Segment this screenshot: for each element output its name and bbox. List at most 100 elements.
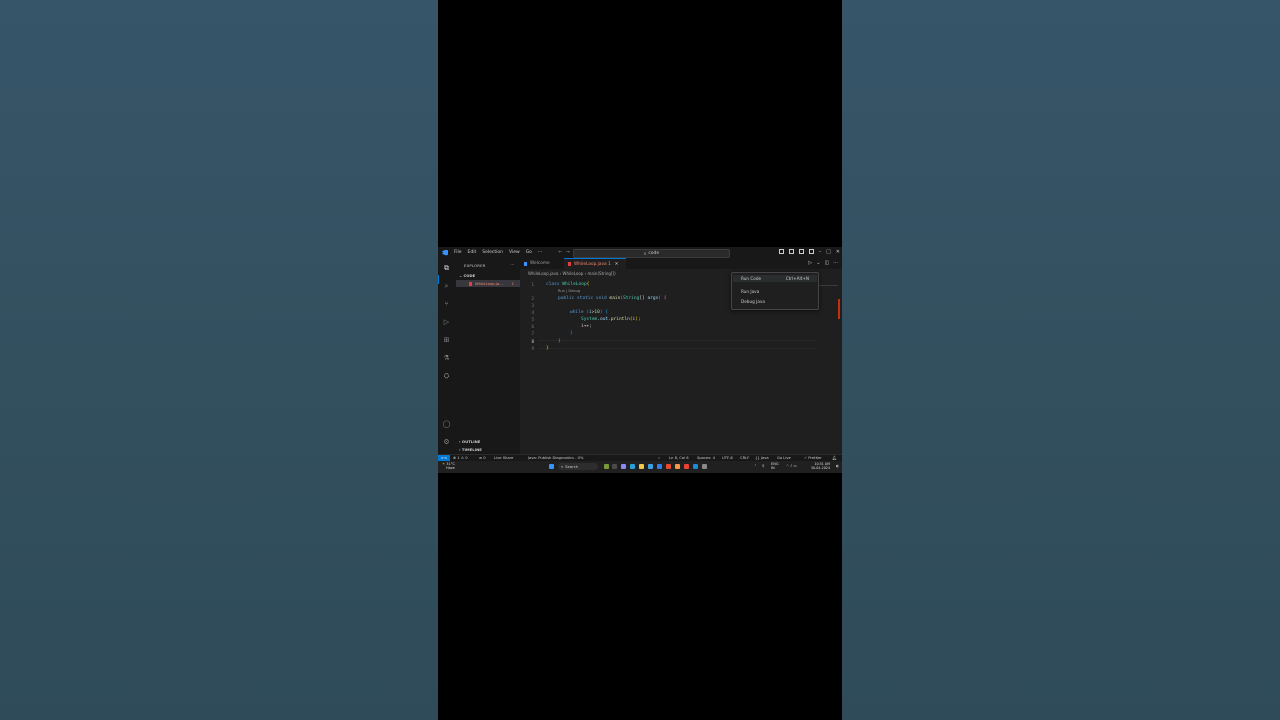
section-timeline[interactable]: › TIMELINE [459, 447, 482, 452]
brave-icon[interactable] [666, 464, 671, 469]
wifi-speaker-battery-icons[interactable]: ◠ ♪ ▭ [786, 464, 797, 468]
network-icon[interactable]: ⚲ [762, 464, 765, 468]
line-number: 2 [531, 296, 534, 301]
notifications-bell-icon[interactable]: 🔔︎ [832, 456, 837, 460]
search-icon: ⌕ [643, 251, 647, 257]
teams-icon[interactable] [621, 464, 626, 469]
code-line-9[interactable]: } [546, 346, 549, 351]
line-number: 7 [531, 331, 534, 336]
split-editor-icon[interactable]: ◫ [824, 260, 829, 266]
command-center-search[interactable]: ⌕ code [573, 249, 730, 258]
line-number: 9 [531, 346, 534, 351]
file-whileloop[interactable]: WhileLoop.ja... 1 [456, 280, 520, 287]
file-explorer-icon[interactable] [639, 464, 644, 469]
vscode-taskbar-icon[interactable] [693, 464, 698, 469]
tab-welcome[interactable]: Welcome [520, 258, 564, 269]
explorer-icon[interactable]: ⧉ [442, 264, 451, 273]
language-mode[interactable]: {} Java [755, 456, 769, 460]
store-icon[interactable] [648, 464, 653, 469]
problems-status[interactable]: ⊗ 1 ⚠ 0 [453, 456, 468, 460]
app-icon[interactable] [684, 464, 689, 469]
remote-explorer-icon[interactable]: ⛭ [442, 372, 451, 381]
toggle-secondary-sidebar-icon[interactable] [798, 249, 804, 254]
widgets-icon[interactable] [604, 464, 609, 469]
toggle-panel-icon[interactable] [788, 249, 794, 254]
tab-whileloop[interactable]: WhileLoop.java 1 ✕ [564, 258, 626, 269]
explorer-title: EXPLORER [464, 263, 486, 268]
problem-count-badge: 1 [511, 281, 514, 286]
menu-file[interactable]: File [454, 250, 462, 255]
notification-center-icon[interactable]: ◐ [836, 464, 839, 468]
close-tab-icon[interactable]: ✕ [615, 262, 619, 267]
language-indicator[interactable]: ENG IN [771, 462, 779, 470]
section-outline[interactable]: › OUTLINE [459, 439, 480, 444]
menu-view[interactable]: View [509, 250, 520, 255]
customize-layout-icon[interactable] [808, 249, 814, 254]
folder-code[interactable]: ⌄ CODE [459, 273, 475, 278]
go-live-button[interactable]: Go Live [777, 456, 791, 460]
windows-start-icon[interactable] [549, 464, 554, 469]
chrome-icon[interactable] [675, 464, 680, 469]
weather-widget[interactable]: ☀ 31°C Haze [442, 462, 455, 470]
menu-item-run-code[interactable]: Run Code Ctrl+Alt+N [733, 275, 817, 282]
codelens-run-debug[interactable]: Run | Debug [558, 289, 580, 293]
line-number: 1 [531, 282, 534, 287]
code-line-6[interactable]: i++; [581, 324, 592, 329]
search-icon: ⌕ [561, 464, 564, 469]
line-number: 4 [531, 310, 534, 315]
testing-icon[interactable]: ⚗ [442, 354, 451, 363]
menu-selection[interactable]: Selection [482, 250, 503, 255]
indentation-status[interactable]: Spaces: 4 [697, 456, 715, 460]
eol-status[interactable]: CRLF [740, 456, 749, 460]
extensions-icon[interactable]: ⊞ [442, 336, 451, 345]
breadcrumb[interactable]: WhileLoop.java › WhileLoop › main(String… [528, 271, 616, 276]
run-icon[interactable]: ▷ [808, 260, 812, 266]
obs-icon[interactable] [702, 464, 707, 469]
vscode-window: File Edit Selection View Go ··· ←→ ⌕ cod… [438, 247, 842, 473]
cursor-position[interactable]: Ln 8, Col 6 [669, 456, 689, 460]
java-diagnostics-status[interactable]: Java: Publish Diagnostics - 0% [528, 456, 583, 460]
chevron-up-icon[interactable]: ⌃ [754, 464, 757, 468]
code-line-7[interactable]: } [570, 331, 573, 336]
task-view-icon[interactable] [612, 464, 617, 469]
more-actions-icon[interactable]: ··· [833, 260, 838, 266]
taskbar-search[interactable]: ⌕ Search [558, 463, 598, 470]
more-actions-icon[interactable]: ··· [510, 262, 514, 267]
code-line-8[interactable]: } [558, 339, 561, 344]
toggle-sidebar-icon[interactable] [778, 249, 784, 254]
menu-go[interactable]: Go [526, 250, 532, 255]
code-line-4[interactable]: while (i>10) { [570, 310, 608, 315]
code-line-2[interactable]: public static void main(String[] args) { [558, 296, 666, 301]
command-center-label: code [648, 251, 660, 256]
ports-status[interactable]: ᴡ 0 [479, 456, 486, 460]
title-bar: File Edit Selection View Go ··· ←→ ⌕ cod… [438, 247, 842, 258]
gear-icon[interactable]: ⚙ [442, 438, 451, 447]
vscode-logo-icon [442, 249, 448, 256]
encoding-status[interactable]: UTF-8 [722, 456, 733, 460]
error-scroll-marker [838, 299, 840, 319]
prettier-status[interactable]: ✓ Prettier [804, 456, 822, 460]
run-code-shortcut: Ctrl+Alt+N [785, 276, 809, 281]
menu-edit[interactable]: Edit [468, 250, 477, 255]
run-debug-icon[interactable]: ▷ [442, 318, 451, 327]
chevron-down-icon[interactable]: ⌄ [816, 260, 820, 266]
edge-icon[interactable] [630, 464, 635, 469]
line-number: 6 [531, 324, 534, 329]
maximize-icon[interactable]: □ [826, 249, 831, 255]
menu-more[interactable]: ··· [538, 250, 542, 255]
search-view-icon[interactable]: ⌕ [442, 282, 451, 291]
mail-icon[interactable] [657, 464, 662, 469]
source-control-icon[interactable]: ⑂ [442, 300, 451, 309]
menu-item-debug-java[interactable]: Debug Java [741, 299, 765, 304]
editor-actions: ▷ ⌄ ◫ ··· [808, 260, 838, 266]
code-line-5[interactable]: System.out.println(i); [581, 317, 641, 322]
code-line-1[interactable]: class WhileLoop{ [546, 282, 589, 287]
nav-back-forward-icon[interactable]: ←→ [558, 250, 574, 255]
minimize-icon[interactable]: – [819, 249, 822, 255]
system-clock[interactable]: 10:51 AM 30-04-2024 [811, 462, 830, 470]
close-icon[interactable]: ✕ [836, 249, 840, 255]
menu-item-run-java[interactable]: Run Java [741, 289, 759, 294]
live-share-status[interactable]: Live Share [494, 456, 513, 460]
zoom-search-icon[interactable]: ⌕ [658, 456, 660, 460]
account-icon[interactable]: ◯ [442, 420, 451, 429]
